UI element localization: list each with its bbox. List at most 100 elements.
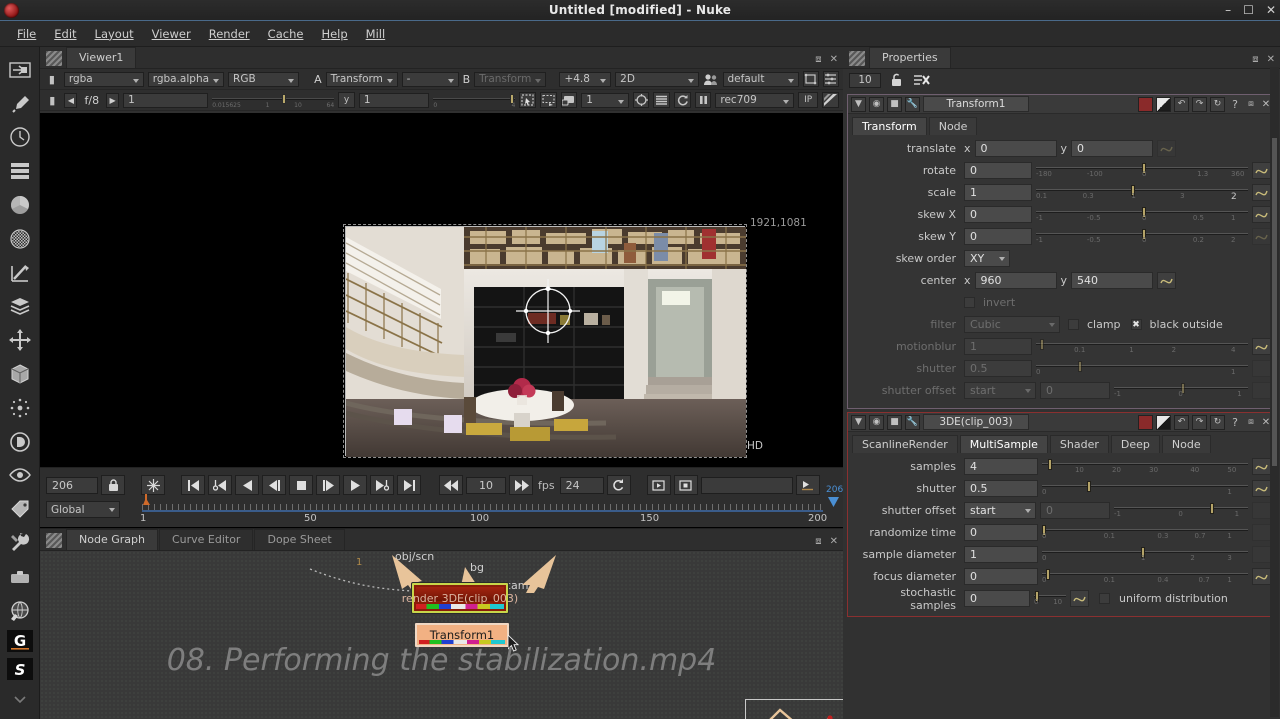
shutter-offset-field[interactable]: 0 <box>1040 502 1110 519</box>
ocula-globe-icon[interactable] <box>5 596 35 626</box>
wipe-icon[interactable] <box>632 92 650 108</box>
merge-layers-icon[interactable] <box>5 292 35 322</box>
rotate-field[interactable]: 0 <box>964 162 1032 179</box>
maximize-icon[interactable]: ☐ <box>1243 4 1254 16</box>
window-controls[interactable]: – ☐ ✕ <box>1225 4 1276 16</box>
tab-node[interactable]: Node <box>1161 435 1211 453</box>
tab-deep[interactable]: Deep <box>1110 435 1160 453</box>
knob-skew-x[interactable]: skew X 0 -1 -0.5 0 0.5 1 <box>852 205 1271 224</box>
tab-scanlinerender[interactable]: ScanlineRender <box>852 435 958 453</box>
mask-icon[interactable] <box>1156 96 1171 112</box>
timeline-track[interactable] <box>142 510 823 512</box>
tab-multisample[interactable]: MultiSample <box>959 435 1048 453</box>
channel-stack-icon[interactable] <box>5 156 35 186</box>
tab-viewer1[interactable]: Viewer1 <box>66 47 137 68</box>
skip-to-start-icon[interactable] <box>181 475 205 495</box>
tab-curve-editor[interactable]: Curve Editor <box>158 529 254 550</box>
input-separator-select[interactable]: - <box>401 71 459 87</box>
focus-diameter-field[interactable]: 0 <box>964 568 1038 585</box>
redo-icon[interactable]: ↷ <box>1192 96 1207 112</box>
knob-motionblur[interactable]: motionblur 1 0.1 1 2 4 <box>852 337 1271 356</box>
timeline-panel[interactable]: 206 10 fps 24 Global 1 50 100 150 200 20… <box>40 467 875 527</box>
panel-grip-icon[interactable] <box>46 51 62 66</box>
shutter-offset-select[interactable]: start <box>964 382 1036 399</box>
shutter-offset-slider[interactable]: -1 0 1 <box>1114 502 1248 519</box>
timeline-ruler[interactable]: Global 1 50 100 150 200 215 206 215 <box>46 485 875 526</box>
step-back-icon[interactable]: ◀ <box>64 92 78 108</box>
knob-translate[interactable]: translate x 0 y 0 <box>852 139 1271 158</box>
close-panel-icon[interactable]: ✕ <box>830 536 838 547</box>
animation-curve-icon[interactable] <box>1252 524 1271 541</box>
current-frame-field[interactable]: 206 <box>46 476 98 494</box>
paint-brush-icon[interactable] <box>5 89 35 119</box>
nodegraph-panel[interactable]: Node Graph Curve Editor Dope Sheet ⧈ ✕ o… <box>40 528 843 719</box>
play-backward-icon[interactable] <box>235 475 259 495</box>
samples-slider[interactable]: 10 20 30 40 50 <box>1042 458 1248 475</box>
monitor-out-icon[interactable] <box>560 92 578 108</box>
scanlines-icon[interactable] <box>653 92 671 108</box>
viewer-lock-icon[interactable]: ▮ <box>44 71 60 87</box>
animation-curve-icon[interactable] <box>1157 272 1177 289</box>
gamma-field[interactable]: 1 <box>358 92 430 108</box>
particles-icon[interactable] <box>5 393 35 423</box>
shutter-slider[interactable]: 0 1 <box>1036 360 1248 377</box>
scale-field[interactable]: 1 <box>964 184 1032 201</box>
knob-shutter[interactable]: shutter 0.5 0 1 <box>852 359 1271 378</box>
node-name-field[interactable]: Transform1 <box>923 96 1029 112</box>
step-back-one-icon[interactable] <box>262 475 286 495</box>
freeze-icon[interactable] <box>141 475 165 495</box>
shutter-slider[interactable]: 0 1 <box>1042 480 1248 497</box>
animation-curve-icon[interactable] <box>1252 184 1271 201</box>
increment-field[interactable]: 10 <box>466 476 506 494</box>
knob-shutter-offset[interactable]: shutter offset start 0 -1 0 1 <box>852 381 1271 400</box>
knob-rotate[interactable]: rotate 0 -180 -100 0 1.3 360 <box>852 161 1271 180</box>
randomize-time-slider[interactable]: 0 0.1 0.3 0.7 1 <box>1042 524 1248 541</box>
tab-node[interactable]: Node <box>928 117 978 135</box>
uniform-distribution-checkbox[interactable] <box>1099 593 1110 604</box>
genarts-g-icon[interactable]: G <box>6 630 34 654</box>
shutter-offset-field[interactable]: 0 <box>1040 382 1110 399</box>
knob-sample-diameter[interactable]: sample diameter 1 0 1 2 3 <box>852 545 1271 564</box>
revert-icon[interactable]: ↻ <box>1210 414 1225 430</box>
range-field[interactable] <box>700 476 793 494</box>
color-wheel-icon[interactable] <box>5 190 35 220</box>
fast-rewind-icon[interactable] <box>439 475 463 495</box>
skew-y-slider[interactable]: -1 -0.5 0 0.2 2 <box>1036 228 1248 245</box>
invert-checkbox[interactable] <box>964 297 975 308</box>
gain-slider[interactable]: 0.015625 1 10 64 <box>212 93 335 109</box>
close-icon[interactable]: ✕ <box>1266 4 1276 16</box>
deep-d-icon[interactable] <box>5 427 35 457</box>
transform-move-icon[interactable] <box>5 325 35 355</box>
mask-icon[interactable] <box>1156 414 1171 430</box>
knob-shutter[interactable]: shutter 0.5 0 1 <box>852 479 1271 498</box>
stochastic-samples-slider[interactable]: 0 10 <box>1034 590 1066 607</box>
menu-item-layout[interactable]: Layout <box>86 24 143 44</box>
sample-diameter-slider[interactable]: 0 1 2 3 <box>1042 546 1248 563</box>
loop-icon[interactable] <box>606 475 631 495</box>
translate-y-field[interactable]: 0 <box>1071 140 1154 157</box>
properties-panel-3de[interactable]: ▼ ◉ ■ 🔧 3DE(clip_003) ↶ ↷ ↻ ? ⧈ ✕ Scanli… <box>847 412 1276 617</box>
time-clock-icon[interactable] <box>5 123 35 153</box>
color-swatch-icon[interactable] <box>1138 96 1153 112</box>
pause-icon[interactable] <box>694 92 712 108</box>
motionblur-field[interactable]: 1 <box>964 338 1032 355</box>
fstop-label[interactable]: f/8 <box>81 94 102 107</box>
viewer-tab-bar[interactable]: Viewer1 ⧈ ✕ <box>40 47 843 69</box>
menu-item-help[interactable]: Help <box>312 24 356 44</box>
randomize-time-field[interactable]: 0 <box>964 524 1038 541</box>
minimize-icon[interactable]: – <box>1225 4 1231 16</box>
stop-icon[interactable] <box>289 475 313 495</box>
knob-skew-order[interactable]: skew order XY <box>852 249 1271 268</box>
viewer-settings-icon[interactable] <box>822 71 839 87</box>
filter-select[interactable]: Cubic <box>964 316 1060 333</box>
keyframe-icon[interactable]: ◉ <box>869 96 884 112</box>
transform1-tabs[interactable]: Transform Node <box>848 114 1275 135</box>
focus-diameter-slider[interactable]: 0 0.1 0.4 0.7 1 <box>1042 568 1248 585</box>
downrez-select[interactable]: 1 <box>581 92 629 108</box>
properties-panel-transform1[interactable]: ▼ ◉ ■ 🔧 Transform1 ↶ ↷ ↻ ? ⧈ ✕ Transform… <box>847 94 1276 409</box>
frame-range-icon[interactable] <box>795 475 820 495</box>
skew-x-field[interactable]: 0 <box>964 206 1032 223</box>
animation-curve-icon[interactable] <box>1157 140 1177 157</box>
colorspace-select[interactable]: rec709 <box>715 92 795 108</box>
revert-icon[interactable]: ↻ <box>1210 96 1225 112</box>
